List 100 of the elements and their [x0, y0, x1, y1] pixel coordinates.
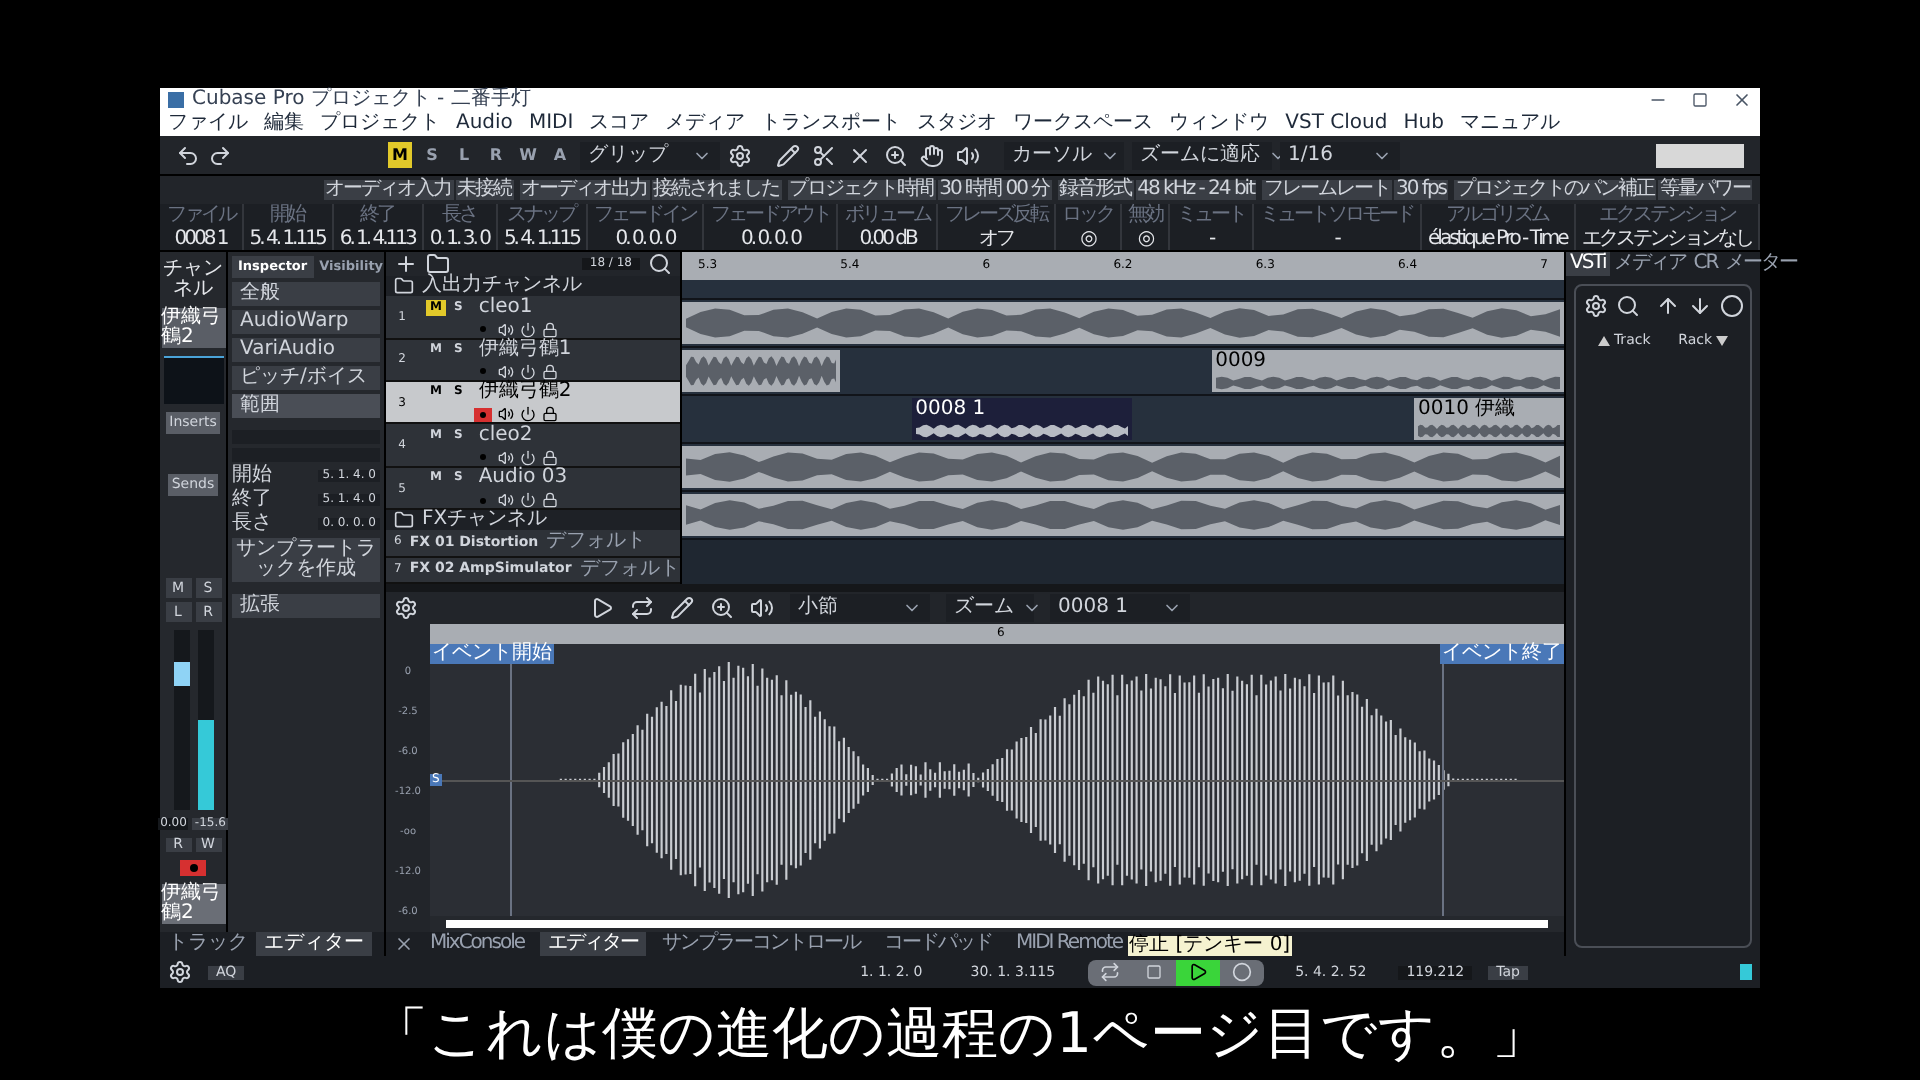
- folder-icon[interactable]: [426, 252, 450, 277]
- inspector-section[interactable]: VariAudio: [232, 337, 380, 361]
- panel-tab[interactable]: VSTi: [1566, 252, 1610, 276]
- menu-item[interactable]: ワークスペース: [1013, 114, 1154, 134]
- layout-switcher[interactable]: [1656, 143, 1744, 167]
- play-icon[interactable]: [590, 596, 614, 620]
- audio-event[interactable]: 0009: [1211, 350, 1564, 392]
- info-value[interactable]: -: [1334, 229, 1339, 249]
- up-arrow-icon[interactable]: [1656, 294, 1680, 318]
- menu-item[interactable]: スコア: [589, 114, 650, 134]
- power-icon[interactable]: [520, 321, 536, 338]
- event-end-marker[interactable]: イベント終了: [1440, 644, 1564, 664]
- menu-item[interactable]: トランスポート: [761, 114, 902, 134]
- dropdown[interactable]: カーソル: [1004, 141, 1124, 169]
- dropdown[interactable]: 0008 1: [1050, 594, 1190, 622]
- speaker-icon[interactable]: [498, 492, 514, 508]
- close-icon[interactable]: [394, 934, 414, 954]
- fader-handle[interactable]: [173, 662, 189, 687]
- add-icon[interactable]: [394, 252, 418, 277]
- dropdown[interactable]: ズーム: [946, 594, 1034, 622]
- zone-tab[interactable]: サンプラーコントロール: [654, 932, 869, 956]
- zone-tab[interactable]: MIDI Remote: [1008, 932, 1131, 956]
- panel-tab[interactable]: メーター: [1721, 252, 1802, 276]
- zone-tab[interactable]: エディター: [540, 932, 647, 956]
- settings-icon[interactable]: [394, 596, 418, 620]
- info-value[interactable]: 5. 4. 1.115: [249, 229, 325, 249]
- zone-tab[interactable]: トラック: [160, 932, 256, 956]
- hand-icon[interactable]: [920, 143, 944, 167]
- redo-icon[interactable]: [208, 143, 232, 167]
- undo-icon[interactable]: [176, 143, 200, 167]
- audio-event[interactable]: 0010 伊織: [1414, 398, 1564, 440]
- event-start-marker[interactable]: イベント開始: [430, 644, 554, 664]
- cross-icon[interactable]: [848, 143, 872, 167]
- scissors-icon[interactable]: [812, 143, 836, 167]
- dropdown[interactable]: グリップ: [580, 141, 720, 169]
- info-value[interactable]: ◎: [1080, 229, 1095, 249]
- close-icon[interactable]: [1732, 90, 1752, 110]
- info-value[interactable]: 0. 1. 3. 0: [429, 229, 489, 249]
- inspector-section[interactable]: AudioWarp: [232, 309, 380, 333]
- settings-icon[interactable]: [1584, 294, 1608, 318]
- lock-icon[interactable]: [542, 492, 558, 508]
- menu-item[interactable]: プロジェクト: [320, 114, 440, 134]
- menu-item[interactable]: MIDI: [528, 114, 574, 134]
- info-value[interactable]: 0.00 dB: [859, 229, 916, 249]
- inspector-section[interactable]: 範囲: [232, 393, 380, 417]
- info-value[interactable]: ◎: [1137, 229, 1153, 249]
- dropdown[interactable]: 1/16: [1280, 141, 1400, 169]
- zone-tab[interactable]: MixConsole: [422, 932, 533, 956]
- zoom-icon[interactable]: [710, 596, 734, 620]
- menu-item[interactable]: Hub: [1403, 114, 1444, 134]
- mode-toggle[interactable]: W: [516, 142, 540, 168]
- menu-item[interactable]: ウィンドウ: [1169, 114, 1270, 134]
- power-icon[interactable]: [520, 492, 536, 508]
- speaker-icon[interactable]: [498, 363, 514, 380]
- lock-icon[interactable]: [542, 406, 558, 423]
- speaker-icon[interactable]: [498, 406, 514, 423]
- create-sampler-track-button[interactable]: サンプラートラックを作成: [232, 537, 380, 581]
- power-icon[interactable]: [520, 449, 536, 466]
- menu-item[interactable]: Audio: [456, 114, 513, 134]
- mode-toggle[interactable]: A: [548, 142, 572, 168]
- info-value[interactable]: オフ: [979, 229, 1014, 249]
- info-value[interactable]: 6. 1. 4.113: [339, 229, 415, 249]
- inspector-section[interactable]: ピッチ/ボイス: [232, 365, 380, 389]
- panel-tab[interactable]: CR: [1689, 252, 1722, 276]
- menu-item[interactable]: 編集: [264, 114, 304, 134]
- maximize-icon[interactable]: [1692, 92, 1708, 108]
- zone-tab[interactable]: コードパッド: [876, 932, 1001, 956]
- loop-icon[interactable]: [630, 596, 654, 620]
- search-icon[interactable]: [648, 252, 672, 277]
- speaker-icon[interactable]: [498, 321, 514, 338]
- play-button[interactable]: [1175, 959, 1220, 985]
- zoom-icon[interactable]: [884, 143, 908, 167]
- pencil-icon[interactable]: [776, 143, 800, 167]
- info-value[interactable]: エクステンションなし: [1581, 229, 1752, 249]
- zone-tab[interactable]: エディター: [256, 932, 372, 956]
- info-value[interactable]: 0008 1: [174, 229, 227, 249]
- search-icon[interactable]: [1616, 294, 1640, 318]
- inspector-section[interactable]: 全般: [232, 281, 380, 305]
- speaker-icon[interactable]: [750, 596, 774, 620]
- menu-item[interactable]: メディア: [665, 114, 746, 134]
- mode-toggle[interactable]: S: [420, 142, 444, 168]
- info-value[interactable]: 0. 0. 0. 0: [741, 229, 801, 249]
- speaker-icon[interactable]: [498, 449, 514, 466]
- lock-icon[interactable]: [542, 321, 558, 338]
- settings-icon[interactable]: [168, 960, 192, 984]
- mode-toggle[interactable]: L: [452, 142, 476, 168]
- dropdown[interactable]: 小節: [790, 594, 930, 622]
- power-icon[interactable]: [520, 406, 536, 423]
- lock-icon[interactable]: [542, 449, 558, 466]
- info-value[interactable]: 5. 4. 1.115: [503, 229, 580, 249]
- info-value[interactable]: -: [1208, 229, 1214, 249]
- mode-toggle[interactable]: M: [388, 142, 412, 168]
- channel-tab[interactable]: チャンネル: [161, 260, 225, 300]
- info-value[interactable]: 0. 0. 0. 0: [615, 229, 675, 249]
- inspector-section[interactable]: 拡張: [232, 593, 380, 617]
- menu-item[interactable]: スタジオ: [917, 114, 998, 134]
- scrollbar[interactable]: [446, 920, 1548, 928]
- mode-toggle[interactable]: R: [484, 142, 508, 168]
- fader-track[interactable]: [173, 630, 189, 810]
- panel-tab[interactable]: メディア: [1609, 252, 1690, 276]
